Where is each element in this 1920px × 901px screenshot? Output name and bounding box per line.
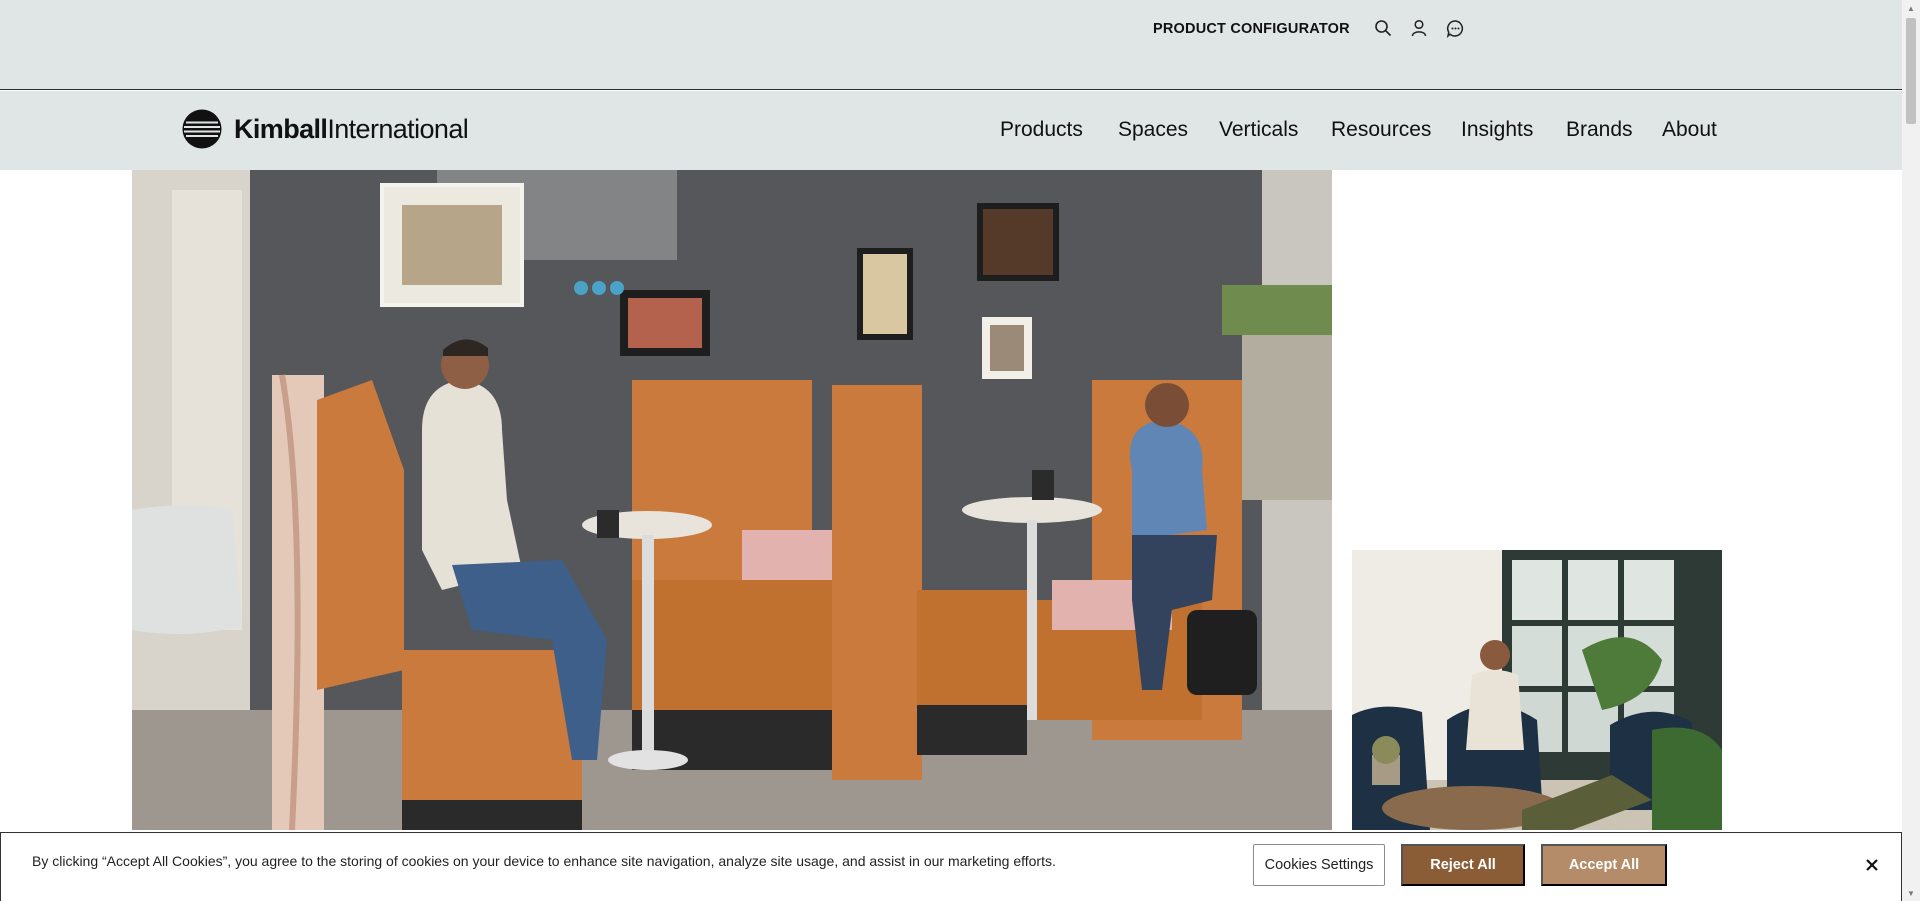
brand-name: KimballInternational bbox=[234, 113, 469, 145]
nav-item-about[interactable]: About bbox=[1662, 118, 1717, 142]
accept-all-button[interactable]: Accept All bbox=[1541, 844, 1667, 886]
utility-bar: PRODUCT CONFIGURATOR bbox=[0, 0, 1902, 90]
scrollbar-thumb[interactable] bbox=[1906, 18, 1916, 124]
brand-name-light: International bbox=[327, 113, 469, 144]
cookie-message: By clicking “Accept All Cookies”, you ag… bbox=[32, 853, 1056, 869]
cookie-banner: By clicking “Accept All Cookies”, you ag… bbox=[0, 832, 1902, 901]
nav-item-insights[interactable]: Insights bbox=[1461, 118, 1533, 142]
secondary-image bbox=[1352, 550, 1722, 830]
nav-item-products[interactable]: Products bbox=[1000, 118, 1083, 142]
main-navigation: KimballInternational Products Spaces Ver… bbox=[0, 91, 1902, 170]
kimball-logo[interactable]: KimballInternational bbox=[182, 109, 469, 149]
reject-all-button[interactable]: Reject All bbox=[1401, 844, 1525, 886]
search-icon[interactable] bbox=[1372, 17, 1394, 39]
product-configurator-link[interactable]: PRODUCT CONFIGURATOR bbox=[1153, 21, 1350, 37]
logo-mark-icon bbox=[182, 109, 222, 149]
scroll-up-icon[interactable]: ▲ bbox=[1906, 3, 1916, 13]
close-icon[interactable] bbox=[1861, 854, 1883, 876]
nav-item-verticals[interactable]: Verticals bbox=[1219, 118, 1298, 142]
brand-name-bold: Kimball bbox=[234, 113, 328, 144]
scroll-down-icon[interactable]: ▼ bbox=[1906, 888, 1916, 898]
nav-item-brands[interactable]: Brands bbox=[1566, 118, 1633, 142]
nav-item-spaces[interactable]: Spaces bbox=[1118, 118, 1188, 142]
nav-item-resources[interactable]: Resources bbox=[1331, 118, 1431, 142]
page-scrollbar[interactable]: ▲ ▼ bbox=[1902, 0, 1920, 901]
chat-icon[interactable] bbox=[1444, 17, 1466, 39]
cookies-settings-button[interactable]: Cookies Settings bbox=[1253, 844, 1385, 886]
user-icon[interactable] bbox=[1408, 17, 1430, 39]
hero-image bbox=[132, 170, 1332, 830]
